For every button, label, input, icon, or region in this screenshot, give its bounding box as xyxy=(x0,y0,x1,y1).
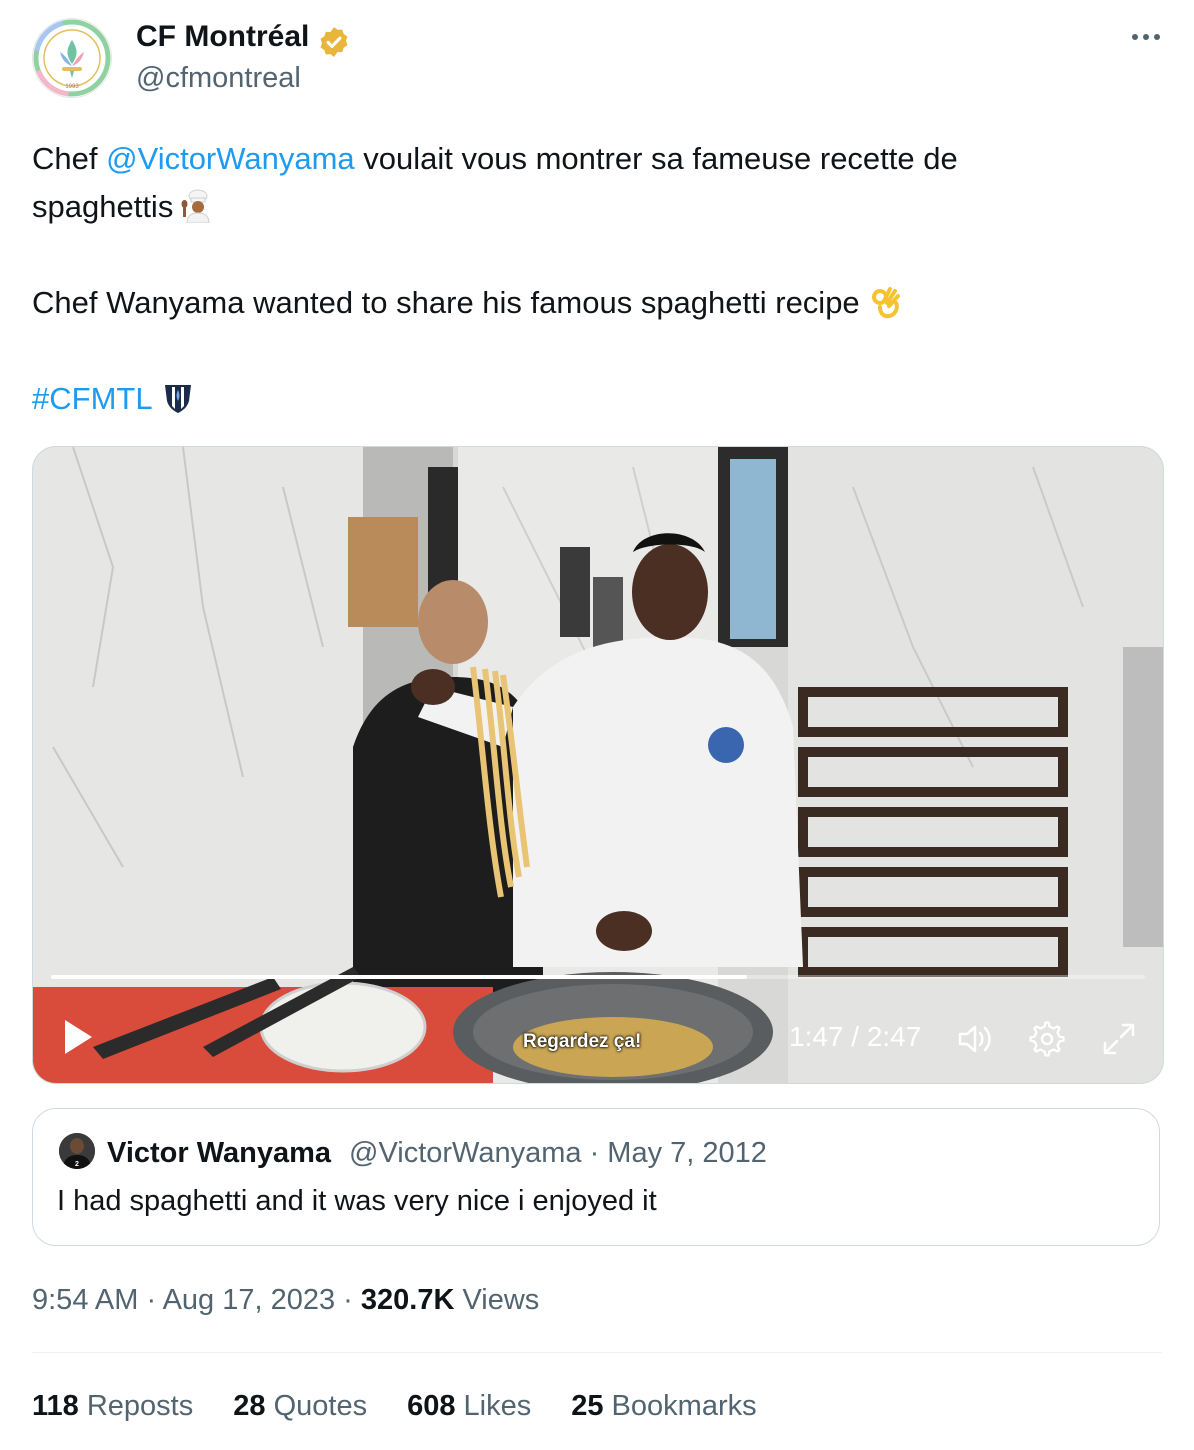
verified-badge-icon[interactable] xyxy=(317,25,351,59)
tweet-text-segment: Chef xyxy=(32,141,107,176)
quoted-text: I had spaghetti and it was very nice i e… xyxy=(57,1185,657,1217)
stat-count: 118 xyxy=(32,1390,79,1422)
quotes-stat[interactable]: 28 Quotes xyxy=(233,1390,367,1423)
svg-text:1993: 1993 xyxy=(65,84,79,90)
views-count: 320.7K xyxy=(360,1284,455,1316)
quoted-author-name: Victor Wanyama xyxy=(107,1137,332,1169)
cf-montreal-flag-icon xyxy=(161,381,195,415)
settings-gear-icon[interactable] xyxy=(1029,1021,1065,1057)
divider xyxy=(32,1352,1162,1353)
video-player[interactable]: Regardez ça! 1:47 / 2:47 xyxy=(32,446,1164,1084)
engagement-stats: 118 Reposts 28 Quotes 608 Likes 25 Bookm… xyxy=(32,1390,757,1423)
author-avatar[interactable]: 1993 xyxy=(32,18,112,98)
bookmarks-stat[interactable]: 25 Bookmarks xyxy=(571,1390,756,1423)
cf-montreal-logo: 1993 xyxy=(33,19,111,97)
tweet-text-segment: spaghettis xyxy=(32,189,174,224)
play-icon[interactable] xyxy=(61,1017,95,1057)
stat-label: Likes xyxy=(455,1390,532,1422)
hashtag-link[interactable]: #CFMTL xyxy=(32,381,153,416)
tweet-meta: 9:54 AM · Aug 17, 2023 · 320.7K Views xyxy=(32,1284,539,1317)
tweet-line-1: Chef @VictorWanyama voulait vous montrer… xyxy=(32,135,1152,183)
quoted-tweet[interactable]: 2 Victor Wanyama @VictorWanyama · May 7,… xyxy=(32,1108,1160,1246)
more-options-icon[interactable] xyxy=(1128,22,1164,52)
views-label: Views xyxy=(454,1284,540,1316)
video-subtitle: Regardez ça! xyxy=(523,1031,642,1052)
likes-stat[interactable]: 608 Likes xyxy=(407,1390,531,1423)
mention-link[interactable]: @VictorWanyama xyxy=(106,141,355,176)
tweet-text: Chef @VictorWanyama voulait vous montrer… xyxy=(32,135,1152,423)
video-frame xyxy=(33,447,1163,1083)
tweet-text-segment: voulait vous montrer sa fameuse recette … xyxy=(354,141,958,176)
quoted-meta: @VictorWanyama · May 7, 2012 xyxy=(349,1137,767,1169)
author-name[interactable]: CF Montréal xyxy=(136,20,309,54)
stat-count: 25 xyxy=(571,1390,604,1422)
stat-label: Quotes xyxy=(265,1390,368,1422)
tweet-timestamp[interactable]: 9:54 AM · Aug 17, 2023 · xyxy=(32,1284,361,1316)
video-progress-bar[interactable] xyxy=(51,975,1145,979)
author-handle[interactable]: @cfmontreal xyxy=(136,62,301,95)
ok-hand-emoji-icon xyxy=(868,285,902,319)
video-progress-fill xyxy=(51,975,747,979)
video-time: 1:47 / 2:47 xyxy=(789,1021,922,1052)
tweet-line-3: Chef Wanyama wanted to share his famous … xyxy=(32,279,1152,327)
svg-text:2: 2 xyxy=(75,1161,79,1168)
stat-label: Bookmarks xyxy=(603,1390,757,1422)
quoted-author-avatar[interactable]: 2 xyxy=(59,1133,95,1169)
stat-count: 608 xyxy=(407,1390,456,1422)
stat-label: Reposts xyxy=(78,1390,194,1422)
volume-icon[interactable] xyxy=(957,1021,995,1057)
chef-emoji-icon xyxy=(181,189,215,224)
tweet-line-2: spaghettis xyxy=(32,183,1152,231)
reposts-stat[interactable]: 118 Reposts xyxy=(32,1390,193,1423)
tweet-line-4: #CFMTL xyxy=(32,375,1152,423)
fullscreen-icon[interactable] xyxy=(1101,1021,1137,1057)
stat-count: 28 xyxy=(233,1390,266,1422)
tweet-text-segment: Chef Wanyama wanted to share his famous … xyxy=(32,285,860,320)
